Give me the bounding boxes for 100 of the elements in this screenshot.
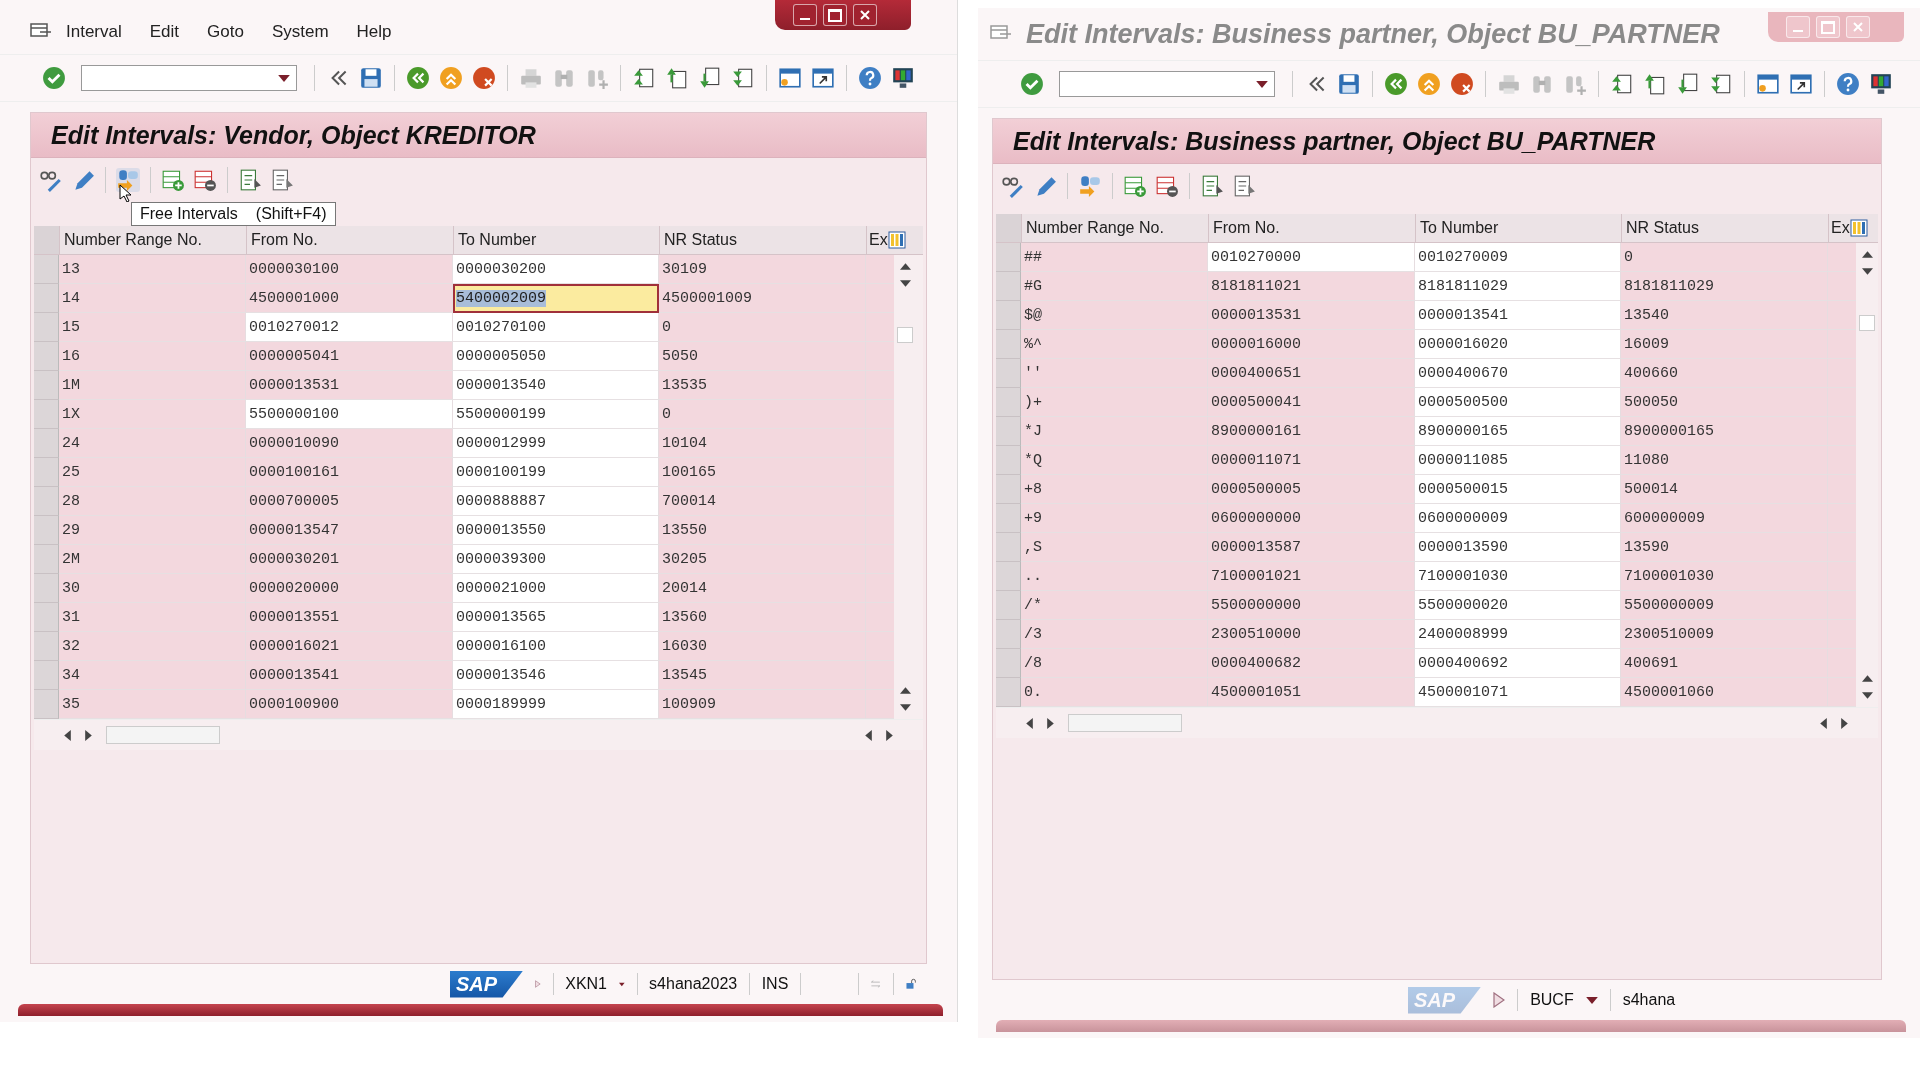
table-cell[interactable]: 0000011085: [1415, 446, 1621, 475]
table-cell[interactable]: 0000013590: [1415, 533, 1621, 562]
table-cell[interactable]: 0000012999: [453, 429, 659, 458]
table-cell[interactable]: 0600000009: [1415, 504, 1621, 533]
table-cell: 0000700005: [246, 487, 453, 516]
page-up-arrow-icon[interactable]: [665, 66, 689, 90]
scroll-right-icon[interactable]: [1841, 717, 1848, 729]
column-header[interactable]: Number Range No.: [59, 226, 246, 254]
scroll-up-icon[interactable]: [899, 687, 911, 694]
maximize-button[interactable]: [823, 4, 847, 26]
table-cell[interactable]: 0000016020: [1415, 330, 1621, 359]
table-cell[interactable]: 8900000165: [1415, 417, 1621, 446]
help-icon[interactable]: [858, 66, 882, 90]
table-cell[interactable]: 0000013540: [453, 371, 659, 400]
menu-item[interactable]: Edit: [149, 22, 180, 42]
shortcut-icon[interactable]: [811, 66, 835, 90]
table-cell[interactable]: 0000013550: [453, 516, 659, 545]
page-down-arrow-icon[interactable]: [698, 66, 722, 90]
scroll-down-icon[interactable]: [899, 704, 911, 711]
minimize-button[interactable]: [793, 4, 817, 26]
scroll-left-icon[interactable]: [1820, 717, 1827, 729]
column-settings-icon[interactable]: [887, 231, 906, 249]
column-header[interactable]: NR Status: [659, 226, 866, 254]
command-field[interactable]: [81, 65, 297, 91]
table-cell[interactable]: 0000030200: [453, 255, 659, 284]
table-cell[interactable]: 7100001030: [1415, 562, 1621, 591]
scroll-down-icon[interactable]: [1861, 692, 1873, 699]
save-icon[interactable]: [359, 66, 383, 90]
table-cell[interactable]: 0000500015: [1415, 475, 1621, 504]
close-button[interactable]: [853, 4, 877, 26]
page-up-arrows-icon[interactable]: [632, 66, 656, 90]
scroll-left-icon[interactable]: [865, 729, 872, 741]
check-icon[interactable]: [42, 66, 66, 90]
table-cell[interactable]: 0000888887: [453, 487, 659, 516]
table-cell[interactable]: 5400002009: [453, 284, 659, 313]
column-header[interactable]: NR Status: [1621, 214, 1828, 242]
table-cell[interactable]: 5500000199: [453, 400, 659, 429]
select-all-cell[interactable]: [996, 214, 1021, 242]
select-all-cell[interactable]: [34, 226, 59, 254]
scroll-up-icon[interactable]: [1861, 675, 1873, 682]
table-cell[interactable]: 0010270100: [453, 313, 659, 342]
document-arrow-icon[interactable]: [270, 168, 294, 192]
column-header[interactable]: To Number: [1415, 214, 1621, 242]
table-cell[interactable]: 0000100199: [453, 458, 659, 487]
scroll-thumb[interactable]: [1859, 315, 1875, 331]
scroll-left-icon[interactable]: [1026, 717, 1033, 729]
table-cell[interactable]: 0000013541: [1415, 301, 1621, 330]
table-cell[interactable]: 4500001071: [1415, 678, 1621, 707]
table-cell[interactable]: 0000400692: [1415, 649, 1621, 678]
table-cell[interactable]: 0000021000: [453, 574, 659, 603]
table-cell[interactable]: 2400008999: [1415, 620, 1621, 649]
dropdown-caret-icon[interactable]: [278, 74, 290, 82]
table-cell[interactable]: 0000039300: [453, 545, 659, 574]
exit-icon[interactable]: [439, 66, 463, 90]
table-cell[interactable]: 0000400670: [1415, 359, 1621, 388]
column-header[interactable]: To Number: [453, 226, 659, 254]
table-cell[interactable]: 0010270012: [246, 313, 453, 342]
document-arrow-icon[interactable]: [238, 168, 262, 192]
table-cell[interactable]: 0000013565: [453, 603, 659, 632]
scroll-right-icon[interactable]: [85, 729, 92, 741]
monitor-icon[interactable]: [891, 66, 915, 90]
scroll-thumb[interactable]: [897, 327, 913, 343]
table-cell[interactable]: 8181811029: [1415, 272, 1621, 301]
table-cell[interactable]: 5500000100: [246, 400, 453, 429]
table-cell[interactable]: 0000500500: [1415, 388, 1621, 417]
table-cell[interactable]: 0000013546: [453, 661, 659, 690]
column-header[interactable]: Ex: [869, 231, 888, 249]
free-intervals-icon[interactable]: [116, 168, 140, 192]
back-icon[interactable]: [406, 66, 430, 90]
scroll-up-icon[interactable]: [1861, 251, 1873, 258]
menu-item[interactable]: System: [271, 22, 329, 42]
column-header[interactable]: From No.: [246, 226, 453, 254]
table-cell[interactable]: 0010270009: [1415, 243, 1621, 272]
table-cell[interactable]: 0010270000: [1208, 243, 1415, 272]
table-cell[interactable]: 5500000020: [1415, 591, 1621, 620]
scroll-down-icon[interactable]: [1861, 268, 1873, 275]
table-cell[interactable]: 0000016100: [453, 632, 659, 661]
column-settings-icon[interactable]: [1849, 219, 1868, 237]
insert-row-icon[interactable]: [161, 168, 185, 192]
scroll-up-icon[interactable]: [899, 263, 911, 270]
dropdown-caret-icon[interactable]: [1256, 80, 1268, 88]
scroll-thumb[interactable]: [1068, 714, 1182, 732]
page-down-arrows-icon[interactable]: [731, 66, 755, 90]
menu-item[interactable]: Interval: [66, 22, 122, 42]
scroll-left-icon[interactable]: [64, 729, 71, 741]
scroll-right-icon[interactable]: [1047, 717, 1054, 729]
menu-item[interactable]: Help: [356, 22, 392, 42]
menu-item[interactable]: Goto: [207, 22, 244, 42]
scroll-down-icon[interactable]: [899, 280, 911, 287]
dropdown-caret-icon[interactable]: [619, 980, 625, 988]
column-header[interactable]: Ex: [1831, 219, 1850, 237]
table-cell[interactable]: 0000189999: [453, 690, 659, 719]
column-header[interactable]: From No.: [1208, 214, 1415, 242]
scroll-right-icon[interactable]: [886, 729, 893, 741]
table-cell[interactable]: 0000005050: [453, 342, 659, 371]
delete-row-icon[interactable]: [193, 168, 217, 192]
scroll-thumb[interactable]: [106, 726, 220, 744]
column-header[interactable]: Number Range No.: [1021, 214, 1208, 242]
cancel-icon[interactable]: [472, 66, 496, 90]
new-window-icon[interactable]: [778, 66, 802, 90]
